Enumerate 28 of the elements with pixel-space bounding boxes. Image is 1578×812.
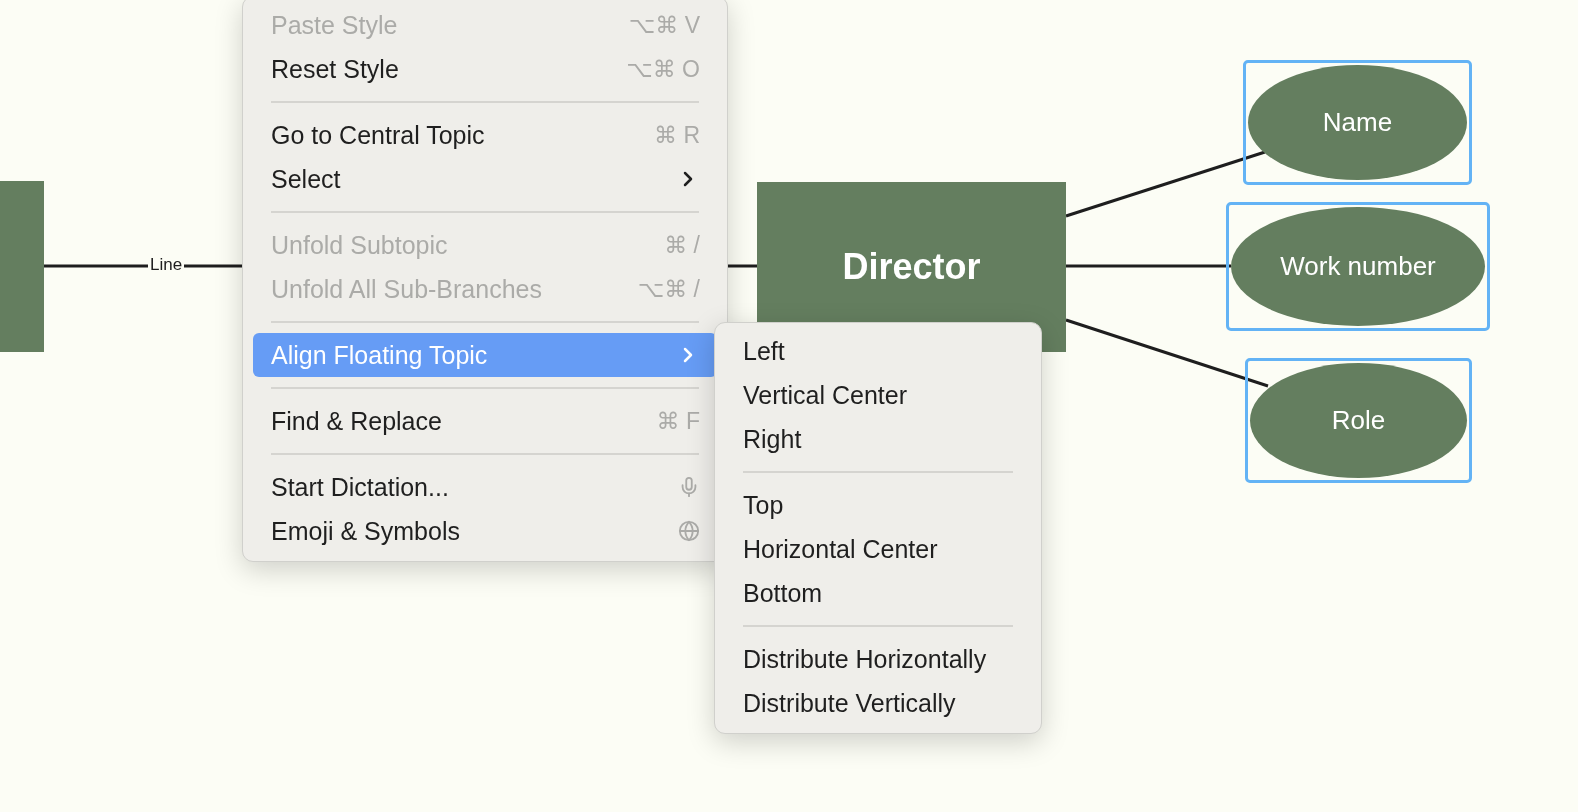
shortcut-text: ⌥⌘ O bbox=[626, 55, 700, 83]
subtopic-node[interactable]: Work number bbox=[1231, 207, 1485, 326]
menu-item[interactable]: Find & Replace ⌘ F bbox=[253, 399, 717, 443]
menu-item[interactable]: Emoji & Symbols bbox=[253, 509, 717, 553]
menu-item[interactable]: Vertical Center bbox=[725, 373, 1031, 417]
subtopic-node[interactable]: Name bbox=[1248, 65, 1467, 180]
shortcut-text: ⌥⌘ V bbox=[628, 11, 700, 39]
shortcut-text: ⌘ R bbox=[654, 121, 700, 149]
shortcut-text: ⌥⌘ / bbox=[637, 275, 700, 303]
topic-title: Work number bbox=[1280, 251, 1436, 282]
topic-title: Name bbox=[1322, 107, 1393, 138]
menu-item[interactable]: Bottom bbox=[725, 571, 1031, 615]
menu-item[interactable]: Reset Style ⌥⌘ O bbox=[253, 47, 717, 91]
menu-item[interactable]: Top bbox=[725, 483, 1031, 527]
menu-item[interactable]: Horizontal Center bbox=[725, 527, 1031, 571]
menu-item[interactable]: Distribute Vertically bbox=[725, 681, 1031, 725]
menu-item[interactable]: Go to Central Topic ⌘ R bbox=[253, 113, 717, 157]
shortcut-text: ⌘ / bbox=[664, 231, 700, 259]
topic-title: Director bbox=[842, 246, 981, 288]
menu-item[interactable]: Right bbox=[725, 417, 1031, 461]
menu-item[interactable]: Select bbox=[253, 157, 717, 201]
subtopic-node[interactable]: Role bbox=[1250, 363, 1467, 478]
menu-item[interactable]: Start Dictation... bbox=[253, 465, 717, 509]
globe-icon bbox=[678, 520, 700, 542]
topic-title: Role bbox=[1331, 405, 1386, 436]
menu-item[interactable]: Distribute Horizontally bbox=[725, 637, 1031, 681]
shortcut-text: ⌘ F bbox=[656, 407, 700, 435]
topic-node[interactable] bbox=[0, 181, 44, 352]
